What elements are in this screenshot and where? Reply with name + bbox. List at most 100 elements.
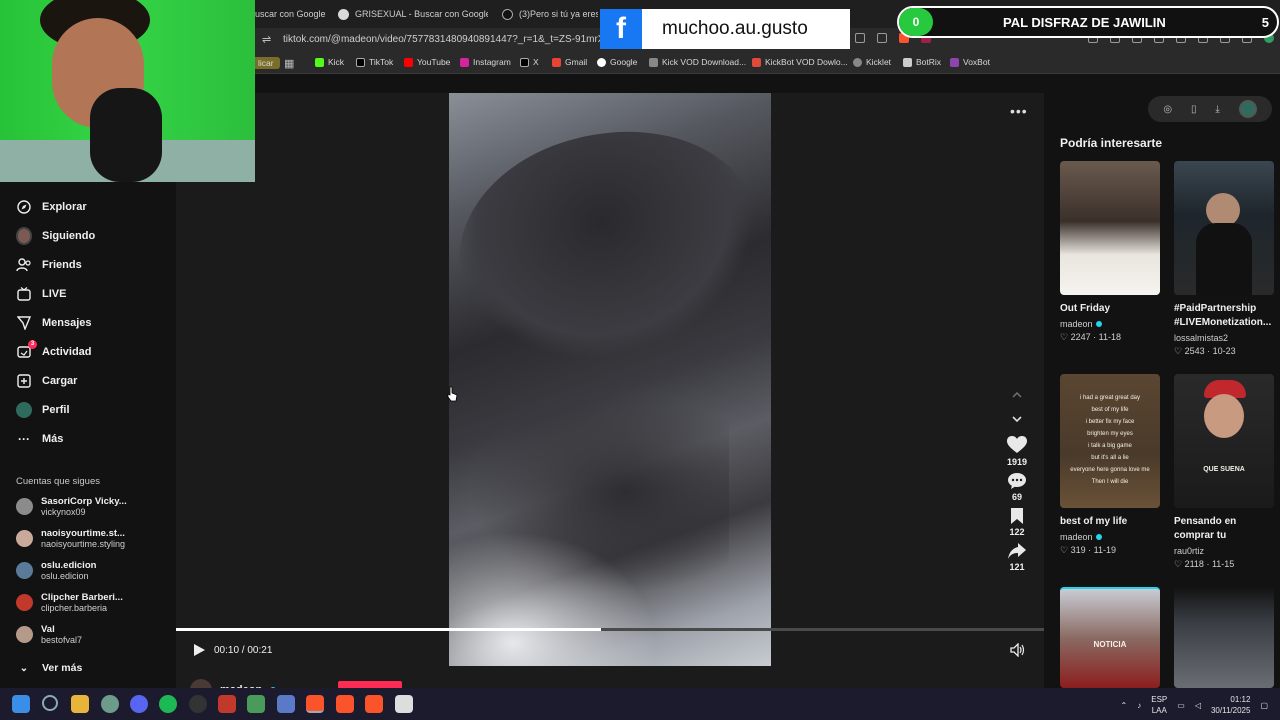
file-explorer-icon[interactable] xyxy=(71,695,89,713)
recommended-video-card[interactable]: Out Friday madeon ♡ 2247 · 11-18 xyxy=(1060,161,1160,343)
system-tray: ⌃ ♪ ESP LAA ▭ ◁ 01:12 30/11/2025 ▢ xyxy=(1121,694,1268,716)
recommended-video-card[interactable]: QUE SUENA Pensando en comprar tu primera… xyxy=(1174,374,1274,570)
video-frame[interactable] xyxy=(449,93,771,666)
app-icon[interactable] xyxy=(218,695,236,713)
avatar xyxy=(16,530,33,547)
bookmark-kickbot[interactable]: KickBot VOD Dowlo... xyxy=(752,57,848,67)
account-handle: vickynox09 xyxy=(41,507,86,517)
tab-tiktok-video[interactable]: (3)Pero si tú ya eres N xyxy=(502,4,598,24)
video-progress-bar[interactable] xyxy=(176,628,1044,631)
spotify-icon[interactable] xyxy=(159,695,177,713)
recommended-video-card[interactable] xyxy=(1174,587,1274,688)
recommended-video-card[interactable]: i had a great great day best of my life … xyxy=(1060,374,1160,556)
comment-button[interactable]: 69 xyxy=(1008,473,1026,502)
account-name: oslu.edicion xyxy=(41,560,97,571)
save-button[interactable]: 122 xyxy=(1009,508,1025,537)
bookmark-youtube[interactable]: YouTube xyxy=(404,57,450,67)
recommended-video-card[interactable]: NOTICIA xyxy=(1060,587,1160,688)
sidebar-item-friends[interactable]: Friends xyxy=(16,257,82,273)
sidebar-item-mas[interactable]: ··· Más xyxy=(16,431,63,447)
following-account[interactable]: oslu.edicion oslu.edicion xyxy=(16,560,96,581)
donation-goal-bar: 0 PAL DISFRAZ DE JAWILIN 5 xyxy=(897,6,1279,38)
bookmark-instagram[interactable]: Instagram xyxy=(460,57,511,67)
sidebar-item-actividad[interactable]: 3 Actividad xyxy=(16,340,92,360)
card-stats: ♡ 319 · 11-19 xyxy=(1060,545,1116,555)
botrix-icon xyxy=(903,57,912,67)
google-icon xyxy=(597,57,606,67)
brave-browser-icon[interactable] xyxy=(306,695,324,713)
following-account[interactable]: naoisyourtime.st... naoisyourtime.styling xyxy=(16,528,125,549)
translate-icon[interactable] xyxy=(877,33,887,43)
tab-google-search[interactable]: uscar con Google xyxy=(255,4,335,24)
more-options-icon[interactable]: ••• xyxy=(1010,103,1028,119)
following-account[interactable]: Clipcher Barberi... clipcher.barberia xyxy=(16,592,123,613)
sidebar-item-explorar[interactable]: Explorar xyxy=(16,199,87,215)
bookmark-item[interactable]: licar xyxy=(252,57,280,69)
app-icon[interactable] xyxy=(247,695,265,713)
tab-label: uscar con Google xyxy=(255,9,326,19)
tab-grisexual-search[interactable]: GRISEXUAL - Buscar con Google xyxy=(338,4,488,24)
next-video-icon[interactable] xyxy=(1010,412,1024,426)
brave-browser-icon[interactable] xyxy=(336,695,354,713)
playback-time: 00:10 / 00:21 xyxy=(214,644,273,656)
sidebar-item-cargar[interactable]: Cargar xyxy=(16,373,77,389)
compass-icon[interactable]: ◎ xyxy=(1163,104,1172,115)
sidebar-item-siguiendo[interactable]: Siguiendo xyxy=(16,227,95,245)
see-more-button[interactable]: ⌄ Ver más xyxy=(16,660,83,676)
volume-icon[interactable] xyxy=(1010,642,1026,662)
site-settings-icon[interactable]: ⇌ xyxy=(262,33,271,46)
windows-start-icon[interactable] xyxy=(12,695,30,713)
discord-icon[interactable] xyxy=(130,695,148,713)
top-actions-pill: ◎ ▯ ⤓ xyxy=(1148,96,1272,122)
avatar[interactable] xyxy=(1238,100,1257,118)
share-button[interactable]: 121 xyxy=(1008,543,1026,572)
notifications-icon[interactable]: ▢ xyxy=(1260,701,1268,710)
progress-fill xyxy=(176,628,602,631)
brave-browser-icon[interactable] xyxy=(365,695,383,713)
bookmark-x[interactable]: X xyxy=(520,57,539,67)
url-field[interactable]: tiktok.com/@madeon/video/757783148094089… xyxy=(283,34,613,45)
tiktok-favicon-icon xyxy=(502,8,513,20)
sidebar-item-perfil[interactable]: Perfil xyxy=(16,402,70,418)
account-handle: clipcher.barberia xyxy=(41,603,108,613)
bookmark-botrix[interactable]: BotRix xyxy=(903,57,941,67)
document-icon[interactable] xyxy=(395,695,413,713)
clock[interactable]: 01:12 30/11/2025 xyxy=(1211,694,1250,716)
thumbnail-caption: NOTICIA xyxy=(1093,640,1127,649)
following-account[interactable]: Val bestofval7 xyxy=(16,624,82,645)
sidebar-item-live[interactable]: LIVE xyxy=(16,286,66,302)
share-icon xyxy=(1008,543,1026,559)
app-icon[interactable] xyxy=(277,695,295,713)
phone-icon[interactable]: ▯ xyxy=(1191,104,1197,115)
chevron-up-icon[interactable]: ⌃ xyxy=(1121,701,1128,710)
previous-video-icon[interactable] xyxy=(1010,388,1024,402)
bookmark-kick[interactable]: Kick xyxy=(315,57,344,67)
app-icon[interactable] xyxy=(101,695,119,713)
like-button[interactable]: 1919 xyxy=(1007,436,1027,467)
volume-tray-icon[interactable]: ◁ xyxy=(1195,701,1201,710)
microphone-tray-icon[interactable]: ♪ xyxy=(1137,701,1141,710)
app-icon[interactable] xyxy=(189,695,207,713)
bookmark-kick-vod[interactable]: Kick VOD Download... xyxy=(649,57,746,67)
apps-grid-icon[interactable]: ▦ xyxy=(284,57,294,70)
compass-icon xyxy=(16,199,32,215)
bookmark-icon xyxy=(1011,508,1023,524)
cast-icon[interactable] xyxy=(855,33,865,43)
network-icon[interactable]: ▭ xyxy=(1177,701,1185,710)
download-icon[interactable]: ⤓ xyxy=(1215,104,1219,115)
bookmark-tiktok[interactable]: TikTok xyxy=(356,57,393,67)
bookmark-google[interactable]: Google xyxy=(597,57,637,67)
search-icon[interactable] xyxy=(42,695,58,711)
language-indicator[interactable]: ESP LAA xyxy=(1151,694,1167,716)
google-favicon-icon xyxy=(338,8,349,20)
following-account[interactable]: SasoriCorp Vicky... vickynox09 xyxy=(16,496,127,517)
play-icon[interactable] xyxy=(192,643,206,657)
bookmark-voxbot[interactable]: VoxBot xyxy=(950,57,990,67)
video-player[interactable]: ••• 1919 69 122 121 00:10 / 00:21 xyxy=(176,93,1044,688)
bookmark-gmail[interactable]: Gmail xyxy=(552,57,587,67)
bookmark-kicklet[interactable]: Kicklet xyxy=(853,57,891,67)
sidebar-item-mensajes[interactable]: Mensajes xyxy=(16,315,92,331)
youtube-icon xyxy=(404,57,413,67)
recommended-video-card[interactable]: #PaidPartnership #LIVEMonetization... lo… xyxy=(1174,161,1274,357)
card-date: 11-18 xyxy=(1098,332,1121,342)
